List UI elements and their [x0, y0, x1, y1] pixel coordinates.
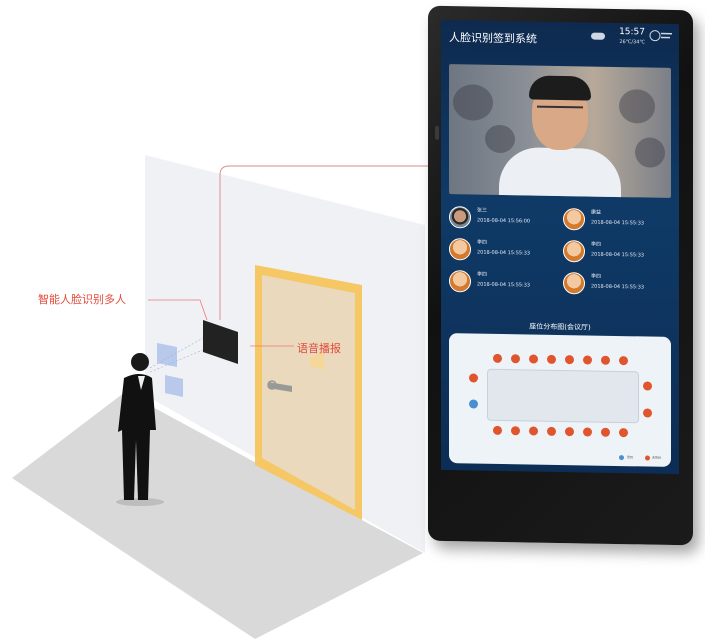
- legend-signed-dot: [619, 455, 624, 461]
- seat: [493, 425, 502, 435]
- seat: [547, 354, 556, 364]
- seat: [511, 426, 520, 436]
- seat: [469, 399, 478, 409]
- seat: [619, 356, 628, 366]
- seat: [619, 428, 628, 438]
- avatar: [563, 240, 585, 263]
- record-time: 2018-08-04 15:55:33: [591, 251, 645, 259]
- legend-signed-label: 签到: [627, 455, 634, 460]
- photo-card: [157, 343, 177, 367]
- record-name: 李四: [591, 273, 602, 280]
- seat: [601, 355, 610, 365]
- screen-time: 15:57: [619, 27, 645, 38]
- kiosk-display: 人脸识别签到系统 15:57 26℃/34℃ 张三 2018-08-04 15:…: [428, 5, 693, 546]
- screen-title: 人脸识别签到系统: [449, 31, 537, 46]
- record-name: 李四: [591, 241, 602, 248]
- record-time: 2018-08-04 15:55:33: [591, 283, 645, 291]
- legend-unsigned-label: 未签到: [652, 455, 662, 460]
- avatar: [449, 206, 471, 229]
- record-name: 李四: [477, 271, 488, 278]
- conference-table: [487, 368, 639, 424]
- organization-logo-icon: [649, 30, 672, 42]
- avatar: [449, 270, 471, 293]
- seat-map-title: 座位分布图(会议厅): [529, 322, 591, 332]
- avatar: [449, 238, 471, 261]
- callout-face-recognition: 智能人脸识别多人: [38, 293, 126, 306]
- avatar: [563, 208, 585, 231]
- seat: [511, 354, 520, 364]
- seat: [565, 427, 574, 437]
- seat: [643, 381, 652, 391]
- checkin-record: 李四 2018-08-04 15:55:33: [563, 272, 673, 296]
- record-time: 2018-08-04 15:56:00: [477, 217, 531, 225]
- seat: [583, 427, 592, 437]
- record-time: 2018-08-04 15:55:33: [477, 281, 531, 289]
- seat-map: 签到 未签到: [449, 333, 671, 467]
- seat: [601, 427, 610, 437]
- record-name: 张三: [477, 207, 488, 214]
- callout-voice-broadcast: 语音播报: [297, 342, 341, 355]
- seat: [583, 355, 592, 365]
- weather-cloud-icon: [591, 32, 605, 40]
- screen-temperature: 26℃/34℃: [619, 39, 645, 46]
- checkin-record: 张三 2018-08-04 15:56:00: [449, 206, 559, 230]
- seat: [643, 408, 652, 418]
- record-name: 康益: [591, 209, 602, 216]
- seat: [529, 354, 538, 364]
- seat: [493, 353, 502, 363]
- seat: [529, 426, 538, 436]
- checkin-record: 康益 2018-08-04 15:55:33: [563, 208, 673, 232]
- recognized-face-photo: [449, 64, 671, 198]
- seat: [547, 426, 556, 436]
- record-time: 2018-08-04 15:55:33: [477, 249, 531, 257]
- seat: [565, 355, 574, 365]
- legend-unsigned-dot: [645, 455, 650, 461]
- record-name: 李四: [477, 239, 488, 246]
- record-time: 2018-08-04 15:55:33: [591, 219, 645, 227]
- avatar: [563, 272, 585, 295]
- checkin-record: 李四 2018-08-04 15:55:33: [563, 240, 673, 264]
- seat: [469, 373, 478, 383]
- checkin-record: 李四 2018-08-04 15:55:33: [449, 238, 559, 262]
- side-button: [435, 125, 439, 140]
- kiosk-screen: 人脸识别签到系统 15:57 26℃/34℃ 张三 2018-08-04 15:…: [441, 19, 679, 475]
- checkin-record: 李四 2018-08-04 15:55:33: [449, 270, 559, 294]
